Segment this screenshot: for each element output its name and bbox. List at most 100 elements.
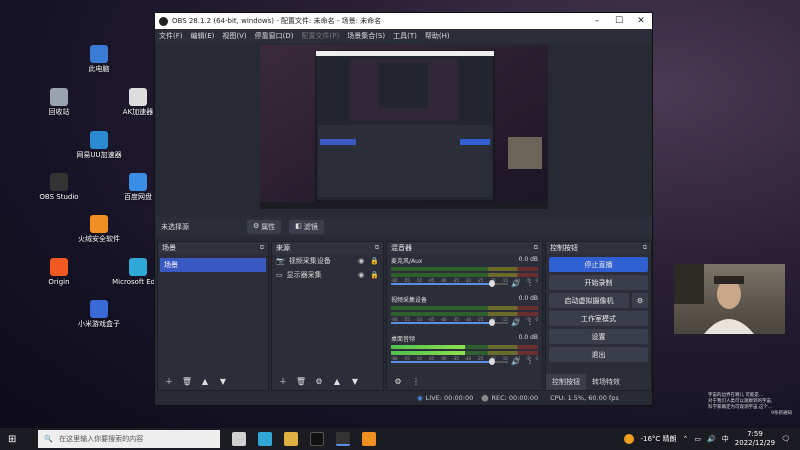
desktop-icon[interactable]: Origin <box>28 258 90 287</box>
undock-icon[interactable]: ⧉ <box>260 244 264 252</box>
mixer-channel: 视频采集设备0.0 dB -60-55-50-45-40-35-30-25-20… <box>387 293 542 332</box>
system-tray: -16°C 晴朗 ⌃ ▭ 🔊 中 7:59 2022/12/29 🗨 <box>624 430 800 448</box>
preview-canvas[interactable] <box>260 45 548 209</box>
properties-button[interactable]: ⚙ 属性 <box>247 220 282 234</box>
channel-menu-icon[interactable]: ⋮ <box>526 356 534 365</box>
slider-knob[interactable] <box>488 358 495 365</box>
lock-icon[interactable]: 🔒 <box>370 271 379 279</box>
source-settings-button[interactable]: ⚙ <box>312 375 326 387</box>
file-explorer-icon[interactable] <box>284 432 299 446</box>
move-up-button[interactable]: ▲ <box>198 375 212 387</box>
camera-icon: 📷 <box>276 257 285 265</box>
slider-knob[interactable] <box>488 280 495 287</box>
show-hidden-icons-icon[interactable]: ⌃ <box>683 435 689 443</box>
visibility-eye-icon[interactable]: ◉ <box>358 271 364 279</box>
desktop-icon[interactable]: 网易UU加速器 <box>68 131 130 160</box>
virtual-camera-settings-icon[interactable]: ⚙ <box>632 293 648 308</box>
tab-transitions[interactable]: 转场特效 <box>586 374 626 390</box>
move-down-button[interactable]: ▼ <box>348 375 362 387</box>
remove-source-button[interactable]: 🗑 <box>294 375 308 387</box>
channel-db: 0.0 dB <box>518 295 538 302</box>
minimize-button[interactable]: – <box>586 16 608 26</box>
controls-dock: 控制按钮 ⧉ 停止直播 开始录制 启动虚拟摄像机 ⚙ 工作室模式 设置 退出 控制… <box>545 241 652 391</box>
sources-dock: 来源 ⧉ 📷 视频采集设备 ◉ 🔒 ▭ 显示器采集 ◉ 🔒 ＋ 🗑 ⚙ ▲ ▼ <box>271 241 384 391</box>
stop-streaming-button[interactable]: 停止直播 <box>549 257 648 272</box>
desktop-icon[interactable]: 回收站 <box>28 88 90 117</box>
start-windows-icon[interactable]: ⊞ <box>8 434 16 445</box>
filters-button[interactable]: ◧ 滤镜 <box>289 220 324 234</box>
weather-text[interactable]: -16°C 晴朗 <box>640 434 676 444</box>
close-button[interactable]: ✕ <box>630 16 652 26</box>
channel-db: 0.0 dB <box>518 334 538 341</box>
volume-slider[interactable] <box>391 280 508 287</box>
advanced-audio-button[interactable]: ⚙ <box>391 375 405 387</box>
obs-title-bar[interactable]: OBS 28.1.2 (64-bit, windows) - 配置文件: 未命名… <box>155 13 652 29</box>
menu-item[interactable]: 配置文件(P) <box>302 31 340 41</box>
ime-indicator[interactable]: 中 <box>722 434 729 444</box>
menu-item[interactable]: 文件(F) <box>159 31 183 41</box>
undock-icon[interactable]: ⧉ <box>643 244 647 252</box>
search-input[interactable]: 🔍 在这里输入你要搜索的内容 <box>38 430 221 448</box>
menu-item[interactable]: 工具(T) <box>393 31 417 41</box>
obs-taskbar-icon[interactable] <box>336 432 351 446</box>
capcut-icon[interactable] <box>310 432 325 446</box>
maximize-button[interactable]: ☐ <box>608 16 630 26</box>
visibility-eye-icon[interactable]: ◉ <box>358 257 364 265</box>
move-up-button[interactable]: ▲ <box>330 375 344 387</box>
menu-item[interactable]: 编辑(E) <box>191 31 215 41</box>
slider-knob[interactable] <box>488 319 495 326</box>
rec-icon: ⬤ <box>481 394 489 402</box>
settings-button[interactable]: 设置 <box>549 329 648 344</box>
remove-scene-button[interactable]: 🗑 <box>180 375 194 387</box>
network-icon[interactable]: ▭ <box>694 435 701 443</box>
start-virtual-camera-button[interactable]: 启动虚拟摄像机 <box>549 293 629 308</box>
desktop-icon[interactable]: 火绒安全软件 <box>68 215 130 244</box>
lock-icon[interactable]: 🔒 <box>370 257 379 265</box>
tick-label: 0 <box>535 356 538 361</box>
source-item[interactable]: 📷 视频采集设备 ◉ 🔒 <box>272 254 383 268</box>
note-line: 9条新通知 <box>771 411 792 416</box>
undock-icon[interactable]: ⧉ <box>375 244 379 252</box>
window-title: OBS 28.1.2 (64-bit, windows) - 配置文件: 未命名… <box>172 17 382 25</box>
menu-item[interactable]: 场景集合(S) <box>347 31 385 41</box>
mixer-menu-button[interactable]: ⋮ <box>409 375 423 387</box>
menu-item[interactable]: 视图(V) <box>222 31 246 41</box>
preview-image <box>260 45 548 209</box>
desktop-icon[interactable]: 小米游戏盒子 <box>68 300 130 329</box>
desktop-icon[interactable]: OBS Studio <box>28 173 90 202</box>
scene-item[interactable]: 场景 <box>160 258 266 272</box>
speaker-icon[interactable]: 🔊 <box>511 280 520 288</box>
app-taskbar-icon[interactable] <box>362 432 377 446</box>
clock-date: 2022/12/29 <box>734 439 776 447</box>
move-down-button[interactable]: ▼ <box>216 375 230 387</box>
desktop-icon[interactable]: 此电脑 <box>68 45 130 74</box>
volume-slider[interactable] <box>391 319 508 326</box>
clock[interactable]: 7:59 2022/12/29 <box>735 430 775 448</box>
volume-meter <box>391 306 538 310</box>
undock-icon[interactable]: ⧉ <box>534 244 538 252</box>
speaker-icon[interactable]: 🔊 <box>511 358 520 366</box>
source-item[interactable]: ▭ 显示器采集 ◉ 🔒 <box>272 268 383 282</box>
channel-name: 桌面音频 <box>391 336 416 343</box>
exit-button[interactable]: 退出 <box>549 347 648 362</box>
rec-timer: REC: 00:00:00 <box>491 394 539 402</box>
channel-menu-icon[interactable]: ⋮ <box>526 317 534 326</box>
tab-controls[interactable]: 控制按钮 <box>546 374 586 390</box>
volume-icon[interactable]: 🔊 <box>707 435 716 443</box>
task-view-icon[interactable] <box>232 432 247 446</box>
add-scene-button[interactable]: ＋ <box>162 375 176 387</box>
channel-menu-icon[interactable]: ⋮ <box>526 278 534 287</box>
obs-window: OBS 28.1.2 (64-bit, windows) - 配置文件: 未命名… <box>154 12 653 406</box>
volume-slider[interactable] <box>391 358 508 365</box>
menu-item[interactable]: 帮助(H) <box>425 31 450 41</box>
add-source-button[interactable]: ＋ <box>276 375 290 387</box>
volume-meter <box>391 351 538 355</box>
edge-icon[interactable] <box>258 432 273 446</box>
taskbar: ⊞ 🔍 在这里输入你要搜索的内容 -16°C 晴朗 ⌃ ▭ 🔊 中 7:59 2… <box>0 428 800 450</box>
start-recording-button[interactable]: 开始录制 <box>549 275 648 290</box>
studio-mode-button[interactable]: 工作室模式 <box>549 311 648 326</box>
person-image <box>674 264 754 334</box>
speaker-icon[interactable]: 🔊 <box>511 319 520 327</box>
notification-icon[interactable]: 🗨 <box>781 435 790 443</box>
menu-item[interactable]: 停靠窗口(D) <box>255 31 294 41</box>
